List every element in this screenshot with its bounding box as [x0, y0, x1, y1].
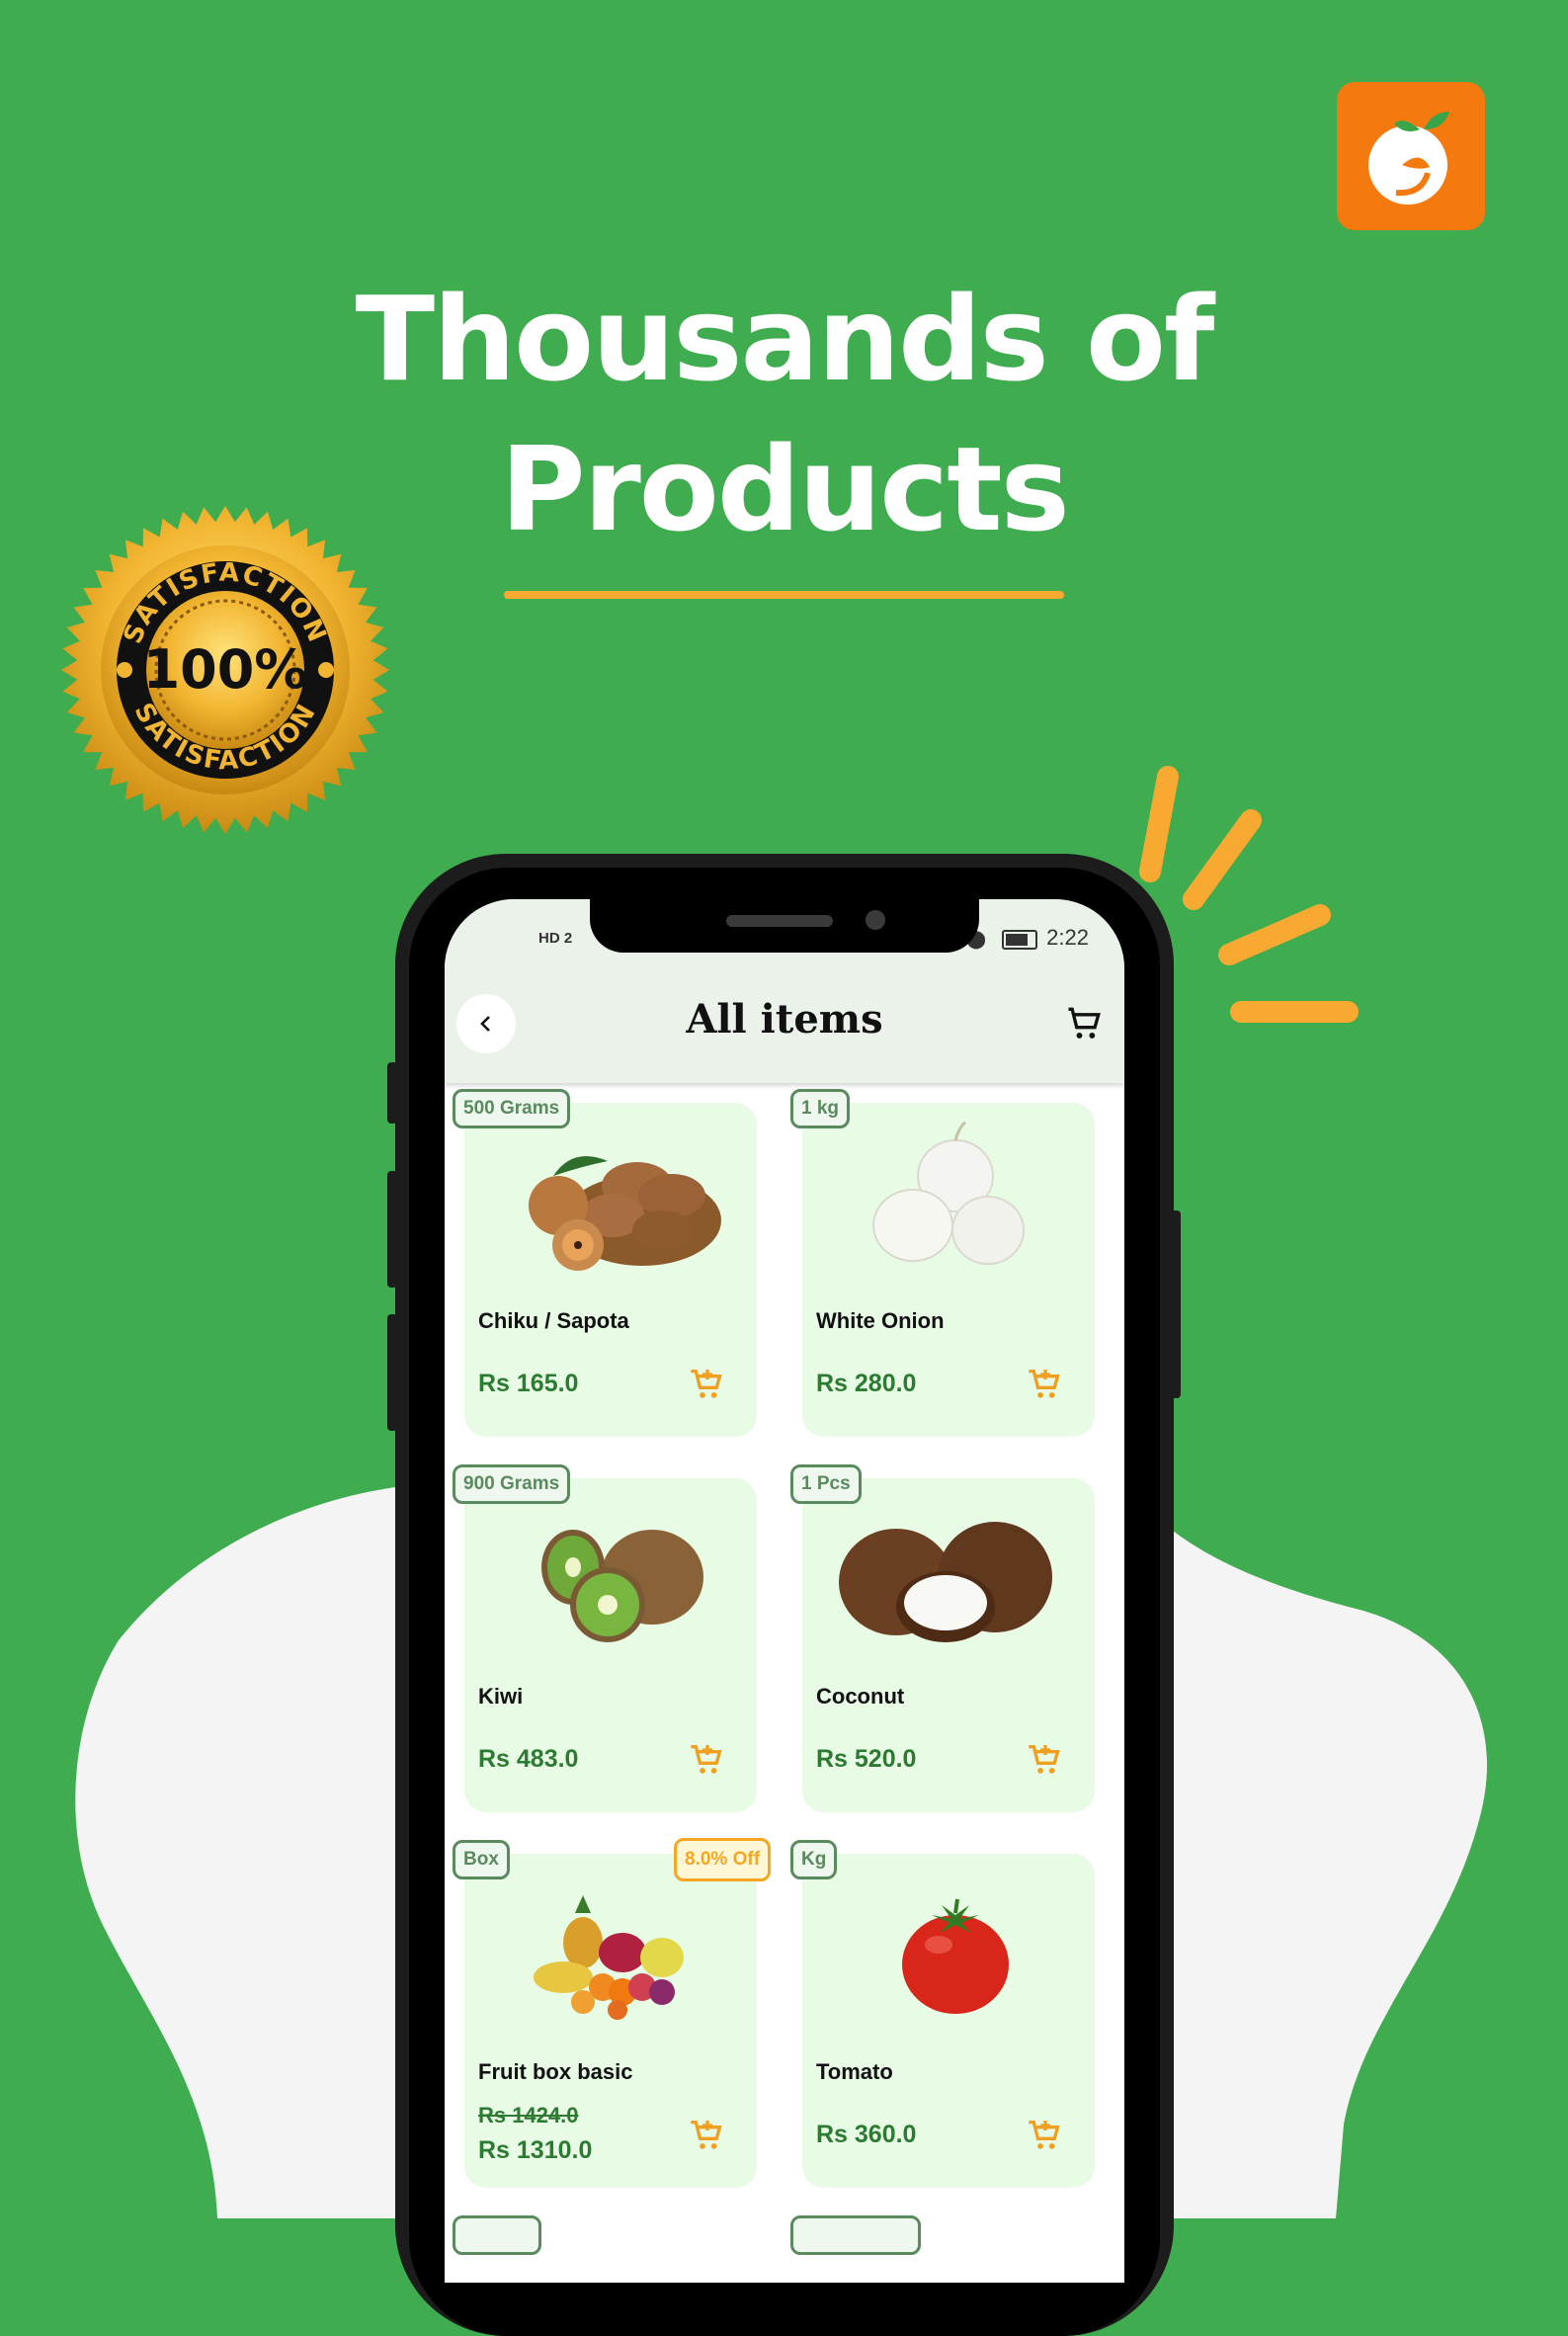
phone-side-button [1171, 1210, 1181, 1398]
quantity-tag: 1 Pcs [790, 1464, 862, 1504]
quantity-tag [790, 2215, 921, 2255]
product-price: Rs 1310.0 [478, 2136, 593, 2164]
product-name: Tomato [816, 2059, 893, 2084]
add-to-cart-icon[interactable] [688, 1365, 727, 1404]
product-image-tomato [902, 1898, 1009, 2014]
discount-tag: 8.0% Off [674, 1838, 772, 1881]
page-title: All items [686, 996, 883, 1043]
product-image-kiwi [541, 1530, 703, 1642]
headline-underline [504, 591, 1064, 599]
satisfaction-badge: SATISFACTION SATISFACTION 100% [57, 502, 393, 843]
add-to-cart-icon[interactable] [1026, 2116, 1065, 2155]
quantity-tag: 500 Grams [453, 1089, 571, 1128]
shopping-cart-icon [1068, 1007, 1101, 1039]
product-name: Kiwi [478, 1684, 524, 1709]
add-to-cart-icon[interactable] [688, 1740, 727, 1780]
app-logo [1337, 82, 1485, 230]
product-card[interactable]: White Onion Rs 280.0 [802, 1103, 1095, 1437]
add-to-cart-icon[interactable] [688, 2116, 727, 2155]
product-image-coconut [839, 1522, 1052, 1642]
phone-side-button [387, 1171, 397, 1288]
phone-screen: HD 2 ⬤ 2:22 All items Chiku / Sapota Rs … [445, 899, 1124, 2283]
product-price: Rs 483.0 [478, 1745, 579, 1773]
product-price: Rs 520.0 [816, 1745, 917, 1773]
cart-button[interactable] [1063, 1002, 1107, 1045]
product-image-fruit-box [534, 1895, 684, 2020]
product-name: Coconut [816, 1684, 905, 1709]
product-name: Fruit box basic [478, 2059, 633, 2084]
app-bar: All items [445, 978, 1124, 1083]
status-time: 2:22 [1046, 925, 1089, 950]
headline-line-1: Thousands of [355, 271, 1215, 407]
quantity-tag: Kg [790, 1840, 838, 1879]
product-card[interactable]: Kiwi Rs 483.0 [464, 1478, 757, 1812]
product-name: White Onion [816, 1308, 945, 1333]
add-to-cart-icon[interactable] [1026, 1365, 1065, 1404]
phone-camera [866, 910, 885, 930]
product-price: Rs 360.0 [816, 2121, 917, 2148]
product-old-price: Rs 1424.0 [478, 2103, 579, 2127]
badge-center-text: 100% [143, 638, 308, 701]
product-price: Rs 165.0 [478, 1370, 579, 1397]
quantity-tag: 1 kg [790, 1089, 851, 1128]
battery-icon [1002, 930, 1037, 950]
status-network: HD 2 [538, 930, 573, 947]
phone-side-button [387, 1314, 397, 1431]
product-name: Chiku / Sapota [478, 1308, 629, 1333]
quantity-tag: 900 Grams [453, 1464, 571, 1504]
quantity-tag: Box [453, 1840, 510, 1879]
add-to-cart-icon[interactable] [1026, 1740, 1065, 1780]
product-card[interactable]: Tomato Rs 360.0 [802, 1854, 1095, 2188]
product-card[interactable]: Coconut Rs 520.0 [802, 1478, 1095, 1812]
product-price: Rs 280.0 [816, 1370, 917, 1397]
product-image-white-onion [872, 1121, 1025, 1265]
product-image-chiku [529, 1156, 721, 1271]
quantity-tag [453, 2215, 541, 2255]
phone-speaker [726, 915, 833, 927]
phone-side-button [387, 1062, 397, 1124]
product-card[interactable]: Fruit box basic Rs 1424.0 Rs 1310.0 [464, 1854, 757, 2188]
product-card[interactable]: Chiku / Sapota Rs 165.0 [464, 1103, 757, 1437]
